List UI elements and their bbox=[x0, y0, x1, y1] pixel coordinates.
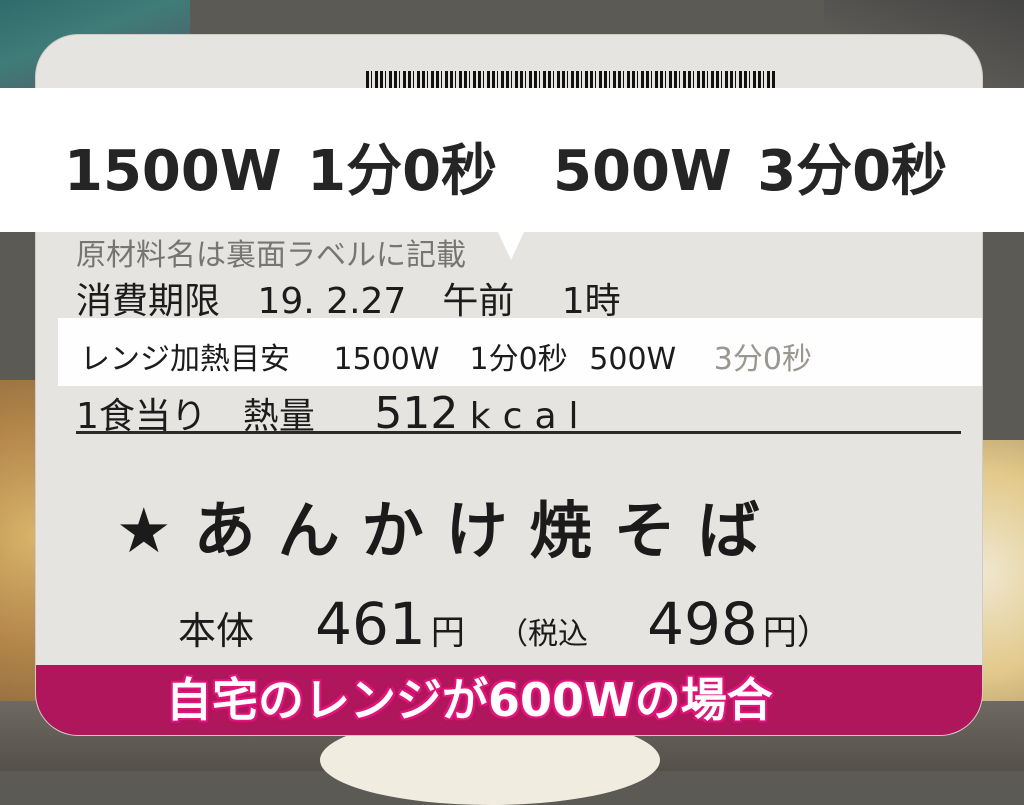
microwave-low: 500W bbox=[589, 342, 677, 377]
product-name: ★あんかけ焼そば bbox=[116, 494, 782, 567]
microwave-row: レンジ加熱目安 1500W 1分0秒 500W 3分0秒 bbox=[80, 334, 812, 378]
tax-unit: 円） bbox=[762, 613, 831, 653]
price-row: 本体 461 円 （税込 498 円） bbox=[178, 590, 831, 658]
microwave-low-time: 3分0秒 bbox=[713, 342, 812, 377]
banner-text: 1500W 1分0秒 500W 3分0秒 bbox=[64, 139, 948, 204]
expiry-row: 消費期限 19. 2.27 午前 1時 bbox=[76, 272, 621, 324]
price-label: 本体 bbox=[178, 609, 255, 653]
microwave-high: 1500W 1分0秒 bbox=[333, 342, 568, 377]
banner-pointer bbox=[497, 230, 525, 260]
expiry-label: 消費期限 bbox=[76, 281, 221, 322]
tax-label: （税込 bbox=[498, 617, 589, 652]
expiry-value: 19. 2.27 午前 1時 bbox=[257, 281, 621, 322]
label-divider bbox=[76, 431, 961, 434]
price-unit: 円 bbox=[430, 613, 465, 653]
ingredients-line: 原材料名は裏面ラベルに記載 bbox=[76, 238, 466, 273]
price-value: 461 bbox=[315, 590, 426, 658]
microwave-label: レンジ加熱目安 bbox=[80, 342, 290, 377]
tax-value: 498 bbox=[647, 590, 758, 658]
caption-overlay: 自宅のレンジが600Wの場合 bbox=[166, 673, 773, 727]
